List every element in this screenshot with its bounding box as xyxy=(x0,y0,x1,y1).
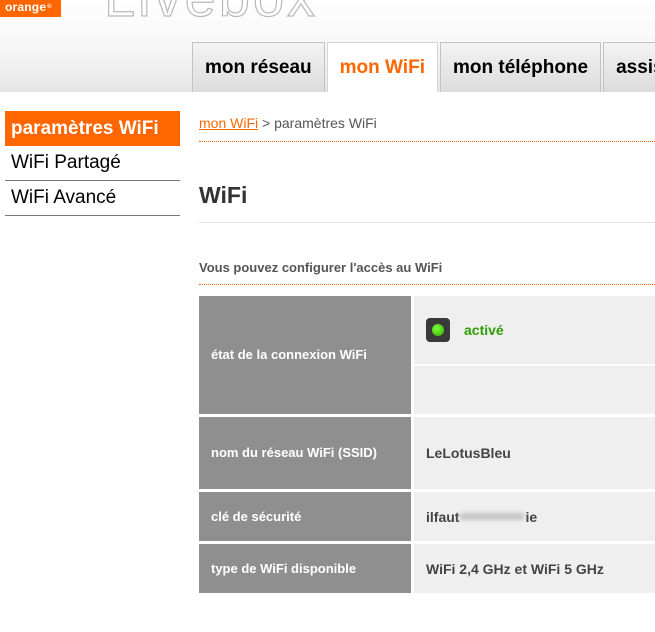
security-key-end: ie xyxy=(525,508,538,525)
security-key-start: ilfaut xyxy=(426,508,460,525)
green-status-light-icon[interactable] xyxy=(426,318,450,342)
row-value-wifi-type: WiFi 2,4 GHz et WiFi 5 GHz xyxy=(414,544,655,593)
tab-mon-telephone[interactable]: mon téléphone xyxy=(439,42,602,92)
breadcrumb-separator: > xyxy=(258,115,275,131)
product-title: Livebox xyxy=(103,0,318,29)
tab-mon-wifi[interactable]: mon WiFi xyxy=(326,42,438,92)
sidebar: paramètres WiFi WiFi Partagé WiFi Avancé xyxy=(5,111,180,216)
row-value-ssid: LeLotusBleu xyxy=(414,417,655,489)
dotted-divider xyxy=(199,141,655,142)
row-label-ssid: nom du réseau WiFi (SSID) xyxy=(199,417,411,489)
dotted-divider xyxy=(199,284,655,285)
row-label-connection-state: état de la connexion WiFi xyxy=(199,296,411,414)
row-value-connection-state: activé xyxy=(414,296,655,364)
page-title: WiFi xyxy=(199,182,248,208)
sidebar-item-wifi-avance[interactable]: WiFi Avancé xyxy=(5,181,180,216)
orange-logo[interactable]: orange® xyxy=(0,0,61,17)
sidebar-item-parametres-wifi[interactable]: paramètres WiFi xyxy=(5,111,180,146)
brand-name: orange xyxy=(5,0,47,14)
breadcrumb-current: paramètres WiFi xyxy=(274,115,377,131)
status-text: activé xyxy=(464,322,504,338)
title-divider xyxy=(199,222,655,223)
tab-assistance[interactable]: assist xyxy=(603,42,655,92)
breadcrumb: mon WiFi > paramètres WiFi xyxy=(199,115,377,131)
blurred-key-mask xyxy=(460,513,525,520)
row-label-security-key: clé de sécurité xyxy=(199,492,411,541)
row-value-empty xyxy=(414,366,655,414)
tab-mon-reseau[interactable]: mon réseau xyxy=(192,42,325,92)
breadcrumb-link-mon-wifi[interactable]: mon WiFi xyxy=(199,115,258,131)
header: Livebox orange® mon réseau mon WiFi mon … xyxy=(0,0,655,92)
sidebar-item-wifi-partage[interactable]: WiFi Partagé xyxy=(5,146,180,181)
section-intro: Vous pouvez configurer l'accès au WiFi xyxy=(199,260,443,275)
main-tabs: mon réseau mon WiFi mon téléphone assist xyxy=(192,42,655,92)
brand-registered-mark: ® xyxy=(47,4,52,10)
row-label-wifi-type: type de WiFi disponible xyxy=(199,544,411,593)
row-value-security-key: ilfaut ie xyxy=(414,492,655,541)
